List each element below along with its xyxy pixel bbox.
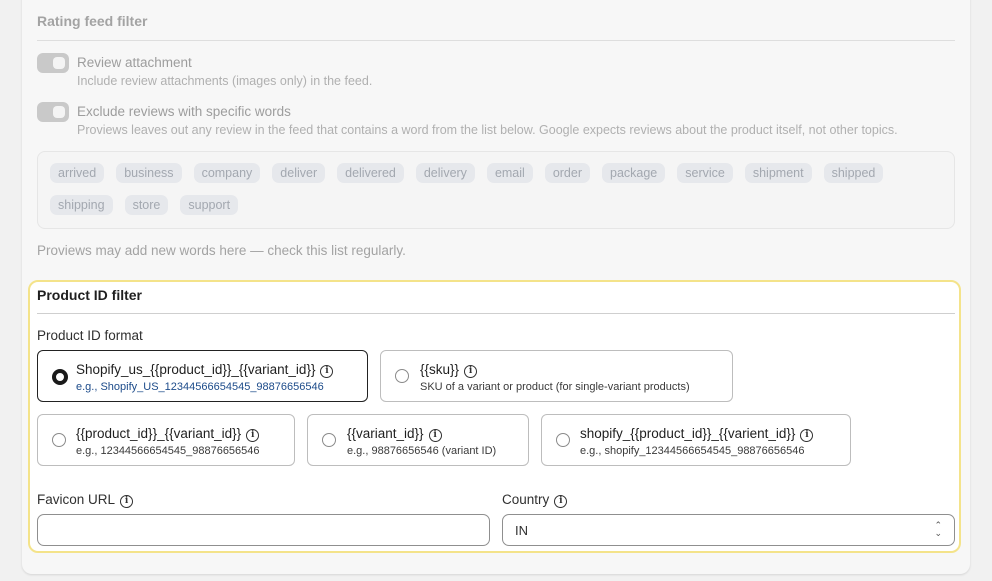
word-tag[interactable]: delivery [415, 163, 475, 183]
toggle-knob [53, 106, 65, 118]
option-title: {{sku}} i [420, 362, 478, 378]
words-note: Proviews may add new words here — check … [37, 243, 406, 258]
country-value: IN [515, 523, 528, 538]
word-tag[interactable]: store [124, 195, 169, 215]
divider [37, 313, 955, 314]
word-tag[interactable]: support [180, 195, 239, 215]
radio-selected[interactable] [52, 369, 68, 385]
format-option-variant[interactable]: {{variant_id}} i e.g., 98876656546 (varia… [307, 414, 529, 466]
word-tag[interactable]: shipment [744, 163, 812, 183]
option-example: e.g., 12344566654545_98876656546 [76, 445, 260, 457]
product-id-format-label: Product ID format [37, 328, 143, 343]
word-tag[interactable]: arrived [50, 163, 105, 183]
country-select[interactable]: IN ⌃ ⌄ [502, 514, 955, 546]
info-icon[interactable]: i [320, 365, 334, 378]
option-example: e.g., shopify_12344566654545_98876656546 [580, 445, 805, 457]
format-option-shopify-us[interactable]: Shopify_us_{{product_id}}_{{variant_id}}… [37, 350, 368, 402]
word-tags: arrived business company deliver delivered de… [50, 163, 930, 215]
format-option-product-variant[interactable]: {{product_id}}_{{variant_id}} i e.g., 123… [37, 414, 295, 466]
word-tag[interactable]: order [544, 163, 590, 183]
exclude-words-toggle[interactable] [37, 102, 69, 122]
word-tag[interactable]: company [193, 163, 261, 183]
option-title: shopify_{{product_id}}_{{varient_id}} i [580, 426, 814, 442]
word-tag[interactable]: shipping [50, 195, 113, 215]
info-icon[interactable]: i [120, 495, 134, 508]
word-tag[interactable]: deliver [272, 163, 326, 183]
word-tag[interactable]: email [486, 163, 533, 183]
info-icon[interactable]: i [800, 429, 814, 442]
radio[interactable] [322, 433, 336, 447]
format-option-sku[interactable]: {{sku}} i SKU of a variant or product (fo… [380, 350, 733, 402]
country-label: Country i [502, 492, 568, 508]
product-id-filter-title: Product ID filter [37, 287, 143, 303]
word-tag[interactable]: package [602, 163, 666, 183]
rating-filter-title: Rating feed filter [37, 13, 148, 29]
info-icon[interactable]: i [246, 429, 260, 442]
word-tag[interactable]: business [116, 163, 182, 183]
option-example: e.g., 98876656546 (variant ID) [347, 445, 497, 457]
favicon-url-input[interactable] [37, 514, 490, 546]
review-attachment-help: Include review attachments (images only)… [77, 74, 373, 88]
info-icon[interactable]: i [428, 429, 442, 442]
radio[interactable] [52, 433, 66, 447]
divider [37, 40, 955, 41]
review-attachment-toggle[interactable] [37, 53, 69, 73]
chevron-up-down-icon: ⌃ ⌄ [934, 520, 942, 538]
word-tag[interactable]: service [677, 163, 733, 183]
option-title: {{variant_id}} i [347, 426, 442, 442]
info-icon[interactable]: i [464, 365, 478, 378]
option-title: Shopify_us_{{product_id}}_{{variant_id}}… [76, 362, 334, 378]
favicon-url-label: Favicon URL i [37, 492, 134, 508]
toggle-knob [53, 57, 65, 69]
word-tag[interactable]: shipped [823, 163, 884, 183]
word-tag[interactable]: delivered [337, 163, 404, 183]
radio[interactable] [395, 369, 409, 383]
exclude-words-help: Proviews leaves out any review in the fe… [77, 123, 898, 137]
format-option-shopify-lowercase[interactable]: shopify_{{product_id}}_{{varient_id}} i e… [541, 414, 851, 466]
exclude-words-label: Exclude reviews with specific words [77, 104, 291, 119]
radio[interactable] [556, 433, 570, 447]
option-title: {{product_id}}_{{variant_id}} i [76, 426, 260, 442]
rating-feed-filter-section: Rating feed filter Review attachment Inc… [0, 0, 992, 270]
option-example: SKU of a variant or product (for single-… [420, 381, 690, 393]
option-example: e.g., Shopify_US_12344566654545_98876656… [76, 381, 324, 393]
excluded-words-list: arrived business company deliver delivered de… [37, 151, 955, 229]
review-attachment-label: Review attachment [77, 55, 192, 70]
info-icon[interactable]: i [554, 495, 568, 508]
